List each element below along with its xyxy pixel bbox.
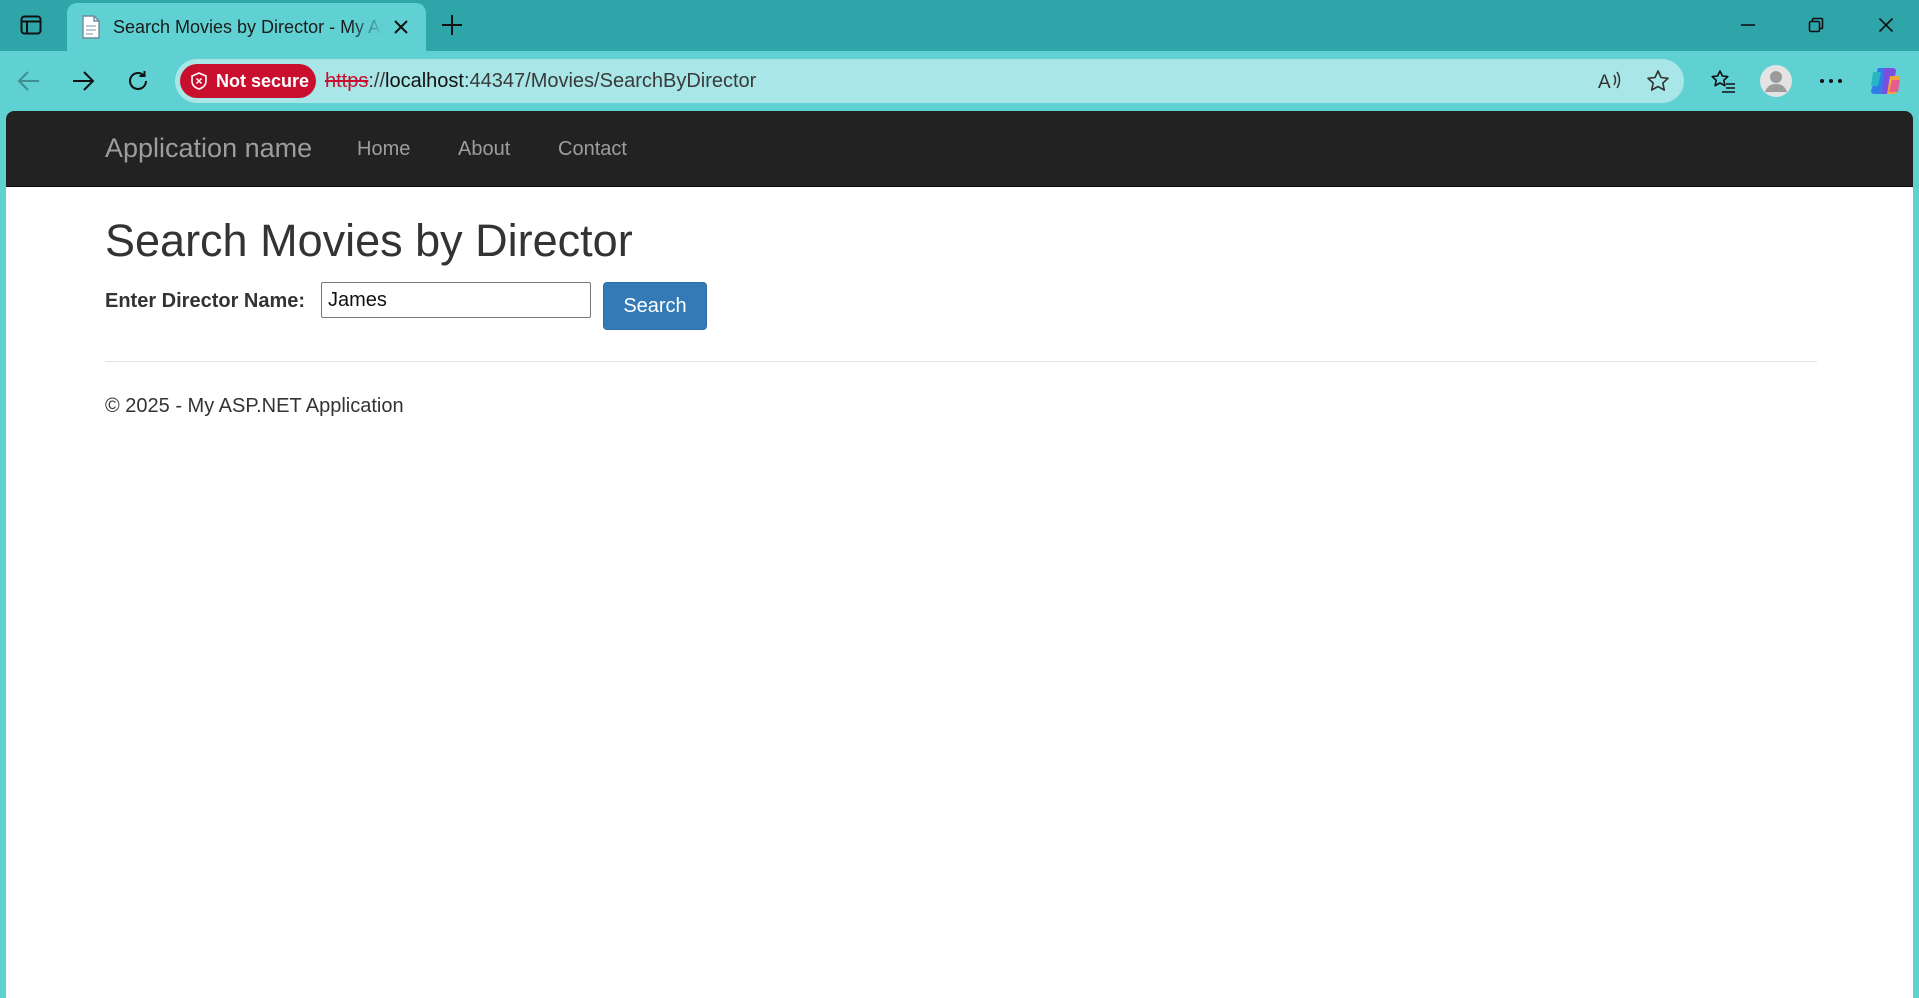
- footer-text: © 2025 - My ASP.NET Application: [105, 395, 404, 417]
- not-secure-label: Not secure: [216, 70, 310, 91]
- tab-title: Search Movies by Director - My ASP.NET A…: [113, 16, 383, 37]
- page-viewport: Application name Home About Contact Sear…: [6, 111, 1913, 998]
- new-tab-icon[interactable]: [437, 10, 467, 40]
- footer-divider: [105, 361, 1817, 362]
- restore-icon[interactable]: [1794, 8, 1838, 42]
- nav-link-home[interactable]: Home: [357, 138, 410, 161]
- read-aloud-icon[interactable]: A: [1596, 67, 1624, 95]
- address-bar[interactable]: Not secure https://localhost:44347/Movie…: [175, 59, 1684, 103]
- director-name-input[interactable]: [321, 282, 591, 318]
- close-icon[interactable]: [390, 16, 412, 38]
- more-icon[interactable]: [1814, 64, 1848, 98]
- url-path: :44347/Movies/SearchByDirector: [463, 70, 757, 92]
- minimize-icon[interactable]: [1726, 8, 1770, 42]
- refresh-icon[interactable]: [121, 64, 155, 98]
- url-scheme: https: [325, 70, 369, 92]
- nav-link-contact[interactable]: Contact: [558, 138, 627, 161]
- page-title: Search Movies by Director: [105, 215, 633, 266]
- url-text[interactable]: https://localhost:44347/Movies/SearchByD…: [325, 70, 756, 93]
- svg-text:A: A: [1598, 72, 1611, 93]
- favorite-star-icon[interactable]: [1644, 67, 1672, 95]
- url-host: localhost: [385, 70, 464, 92]
- tab-actions-icon[interactable]: [14, 10, 48, 40]
- nav-link-about[interactable]: About: [458, 138, 510, 161]
- not-secure-badge[interactable]: Not secure: [180, 64, 316, 98]
- active-tab[interactable]: Search Movies by Director - My ASP.NET A…: [67, 3, 426, 51]
- back-icon[interactable]: [12, 64, 46, 98]
- tab-strip: Search Movies by Director - My ASP.NET A…: [0, 0, 1919, 51]
- forward-icon[interactable]: [66, 64, 100, 98]
- site-brand-link[interactable]: Application name: [105, 133, 312, 164]
- browser-toolbar: Not secure https://localhost:44347/Movie…: [0, 51, 1919, 111]
- profile-icon[interactable]: [1759, 64, 1793, 98]
- search-button[interactable]: Search: [603, 282, 707, 330]
- site-navbar: Application name Home About Contact: [6, 111, 1913, 187]
- page-icon: [79, 15, 103, 39]
- copilot-icon[interactable]: [1869, 64, 1903, 98]
- url-separator: ://: [368, 70, 386, 92]
- favorites-icon[interactable]: [1706, 64, 1740, 98]
- window-close-icon[interactable]: [1864, 8, 1908, 42]
- shield-icon: [190, 72, 208, 90]
- director-name-label: Enter Director Name:: [105, 290, 306, 312]
